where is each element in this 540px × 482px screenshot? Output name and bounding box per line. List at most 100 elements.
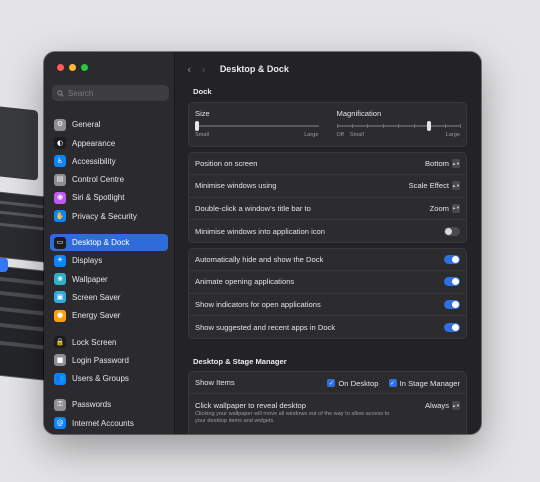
sidebar-item-label: General [72,120,101,130]
sidebar-item-label: Screen Saver [72,292,121,302]
double-click-popup[interactable]: Zoom ▲▼ [430,203,460,213]
size-max-label: Large [304,132,319,138]
toolbar: ‹ › Desktop & Dock [175,52,481,86]
suggested-apps-row: Show suggested and recent apps in Dock [189,316,466,338]
sidebar-item-label: Users & Groups [72,374,129,384]
magnification-slider-knob[interactable] [427,121,432,131]
sidebar-item-label: Privacy & Security [72,211,137,221]
sidebar: ⚙ General ◐ Appearance ♿ Accessibility ▤ Contro… [44,52,175,434]
animate-row: Animate opening applications [189,271,466,294]
click-wallpaper-label: Click wallpaper to reveal desktop [195,401,307,411]
sidebar-item-general[interactable]: ⚙ General [50,116,168,134]
size-slider[interactable] [195,121,319,131]
page-title: Desktop & Dock [219,64,289,74]
hand-icon: ✋ [54,210,66,223]
click-wallpaper-row: Click wallpaper to reveal desktop Clicki… [189,394,466,431]
sidebar-item-users-groups[interactable]: 👥 Users & Groups [50,370,168,388]
sidebar-item-appearance[interactable]: ◐ Appearance [50,134,168,152]
lock-screen-icon: 🔒 [54,336,66,349]
control-centre-icon: ▤ [54,173,66,186]
back-icon[interactable]: ‹ [187,63,191,76]
sidebar-item-label: Login Password [72,355,129,365]
in-stage-manager-checkbox[interactable]: ✓ In Stage Manager [388,378,460,388]
energy-icon: ● [54,309,66,322]
autohide-row: Automatically hide and show the Dock [189,249,466,272]
animate-label: Animate opening applications [195,277,295,287]
users-icon: 👥 [54,372,66,385]
indicators-toggle[interactable] [444,299,460,309]
close-button[interactable] [57,64,64,71]
position-value: Bottom [424,159,449,169]
siri-icon: ◉ [54,191,66,204]
dock-size-group: Size Small Large Magnification Off Small… [188,102,467,147]
sidebar-item-label: Lock Screen [72,337,117,347]
stage-manager-group: Show Items ✓ On Desktop ✓ In Stage Manag… [188,371,467,434]
sidebar-item-label: Internet Accounts [72,418,134,428]
chevron-updown-icon: ▲▼ [452,159,460,169]
sidebar-item-screen-saver[interactable]: ▣ Screen Saver [50,289,168,307]
sidebar-item-label: Accessibility [72,156,116,166]
click-wallpaper-value: Always [424,401,449,411]
sidebar-item-lock-screen[interactable]: 🔒 Lock Screen [50,333,168,351]
sidebar-item-displays[interactable]: ☀ Displays [50,252,168,270]
minimise-into-icon-label: Minimise windows into application icon [195,226,325,236]
double-click-row: Double-click a window's title bar to Zoo… [189,198,466,220]
sidebar-item-siri-spotlight[interactable]: ◉ Siri & Spotlight [50,189,168,207]
sidebar-item-privacy-security[interactable]: ✋ Privacy & Security [50,207,168,225]
checkmark-icon: ✓ [327,379,336,388]
suggested-apps-toggle[interactable] [444,322,460,332]
sidebar-item-passwords[interactable]: ⚿ Passwords [50,396,168,414]
minimise-into-icon-toggle[interactable] [444,226,460,236]
size-slider-knob[interactable] [195,121,200,131]
minimise-effect-popup[interactable]: Scale Effect ▲▼ [409,181,460,191]
magnification-min-label: Small [349,132,364,138]
magnification-max-label: Large [445,132,460,138]
chevron-updown-icon: ▲▼ [452,203,460,213]
on-desktop-label: On Desktop [338,378,379,388]
size-min-label: Small [195,132,209,138]
search-input[interactable] [68,88,158,98]
forward-icon[interactable]: › [201,63,205,76]
minimise-into-icon-row: Minimise windows into application icon [189,220,466,242]
in-stage-manager-label: In Stage Manager [399,378,460,388]
search-field[interactable] [52,85,169,101]
on-desktop-checkbox[interactable]: ✓ On Desktop [327,378,379,388]
size-slider-group: Size Small Large [195,109,319,138]
at-icon: @ [54,417,66,430]
minimise-label: Minimise windows using [195,181,277,191]
zoom-button[interactable] [81,64,88,71]
section-title-dock: Dock [193,87,212,96]
displays-icon: ☀ [54,254,66,267]
sidebar-item-accessibility[interactable]: ♿ Accessibility [50,153,168,171]
sidebar-item-label: Control Centre [72,175,125,185]
sidebar-item-wallpaper[interactable]: ❀ Wallpaper [50,270,168,288]
minimize-button[interactable] [69,64,76,71]
sidebar-item-label: Passwords [72,400,112,410]
show-items-label: Show Items [195,378,235,388]
lock-icon: ■ [54,354,66,367]
animate-toggle[interactable] [444,277,460,287]
indicators-row: Show indicators for open applications [189,294,466,316]
position-label: Position on screen [195,159,258,169]
sidebar-item-internet-accounts[interactable]: @ Internet Accounts [50,414,168,432]
magnification-slider-group: Magnification Off Small Large [336,109,461,138]
background-window [0,190,50,264]
autohide-toggle[interactable] [444,255,460,265]
click-wallpaper-popup[interactable]: Always ▲▼ [424,401,460,411]
background-window [0,105,38,181]
position-popup[interactable]: Bottom ▲▼ [424,159,460,169]
chevron-updown-icon: ▲▼ [452,181,460,191]
sidebar-nav: ⚙ General ◐ Appearance ♿ Accessibility ▤ Contro… [50,116,168,433]
settings-window: ⚙ General ◐ Appearance ♿ Accessibility ▤ Contro… [44,52,481,434]
sidebar-item-control-centre[interactable]: ▤ Control Centre [50,171,168,189]
sidebar-item-energy-saver[interactable]: ● Energy Saver [50,307,168,325]
dock-icon: ▭ [54,236,66,249]
sidebar-item-login-password[interactable]: ■ Login Password [50,352,168,370]
sidebar-item-desktop-dock[interactable]: ▭ Desktop & Dock [50,233,168,252]
checkmark-icon: ✓ [388,379,397,388]
autohide-label: Automatically hide and show the Dock [195,255,324,265]
content-pane: ‹ › Desktop & Dock Dock Size Small Large [175,52,481,434]
chevron-updown-icon: ▲▼ [452,401,460,411]
gear-icon: ⚙ [54,118,66,131]
magnification-slider[interactable] [336,121,461,131]
